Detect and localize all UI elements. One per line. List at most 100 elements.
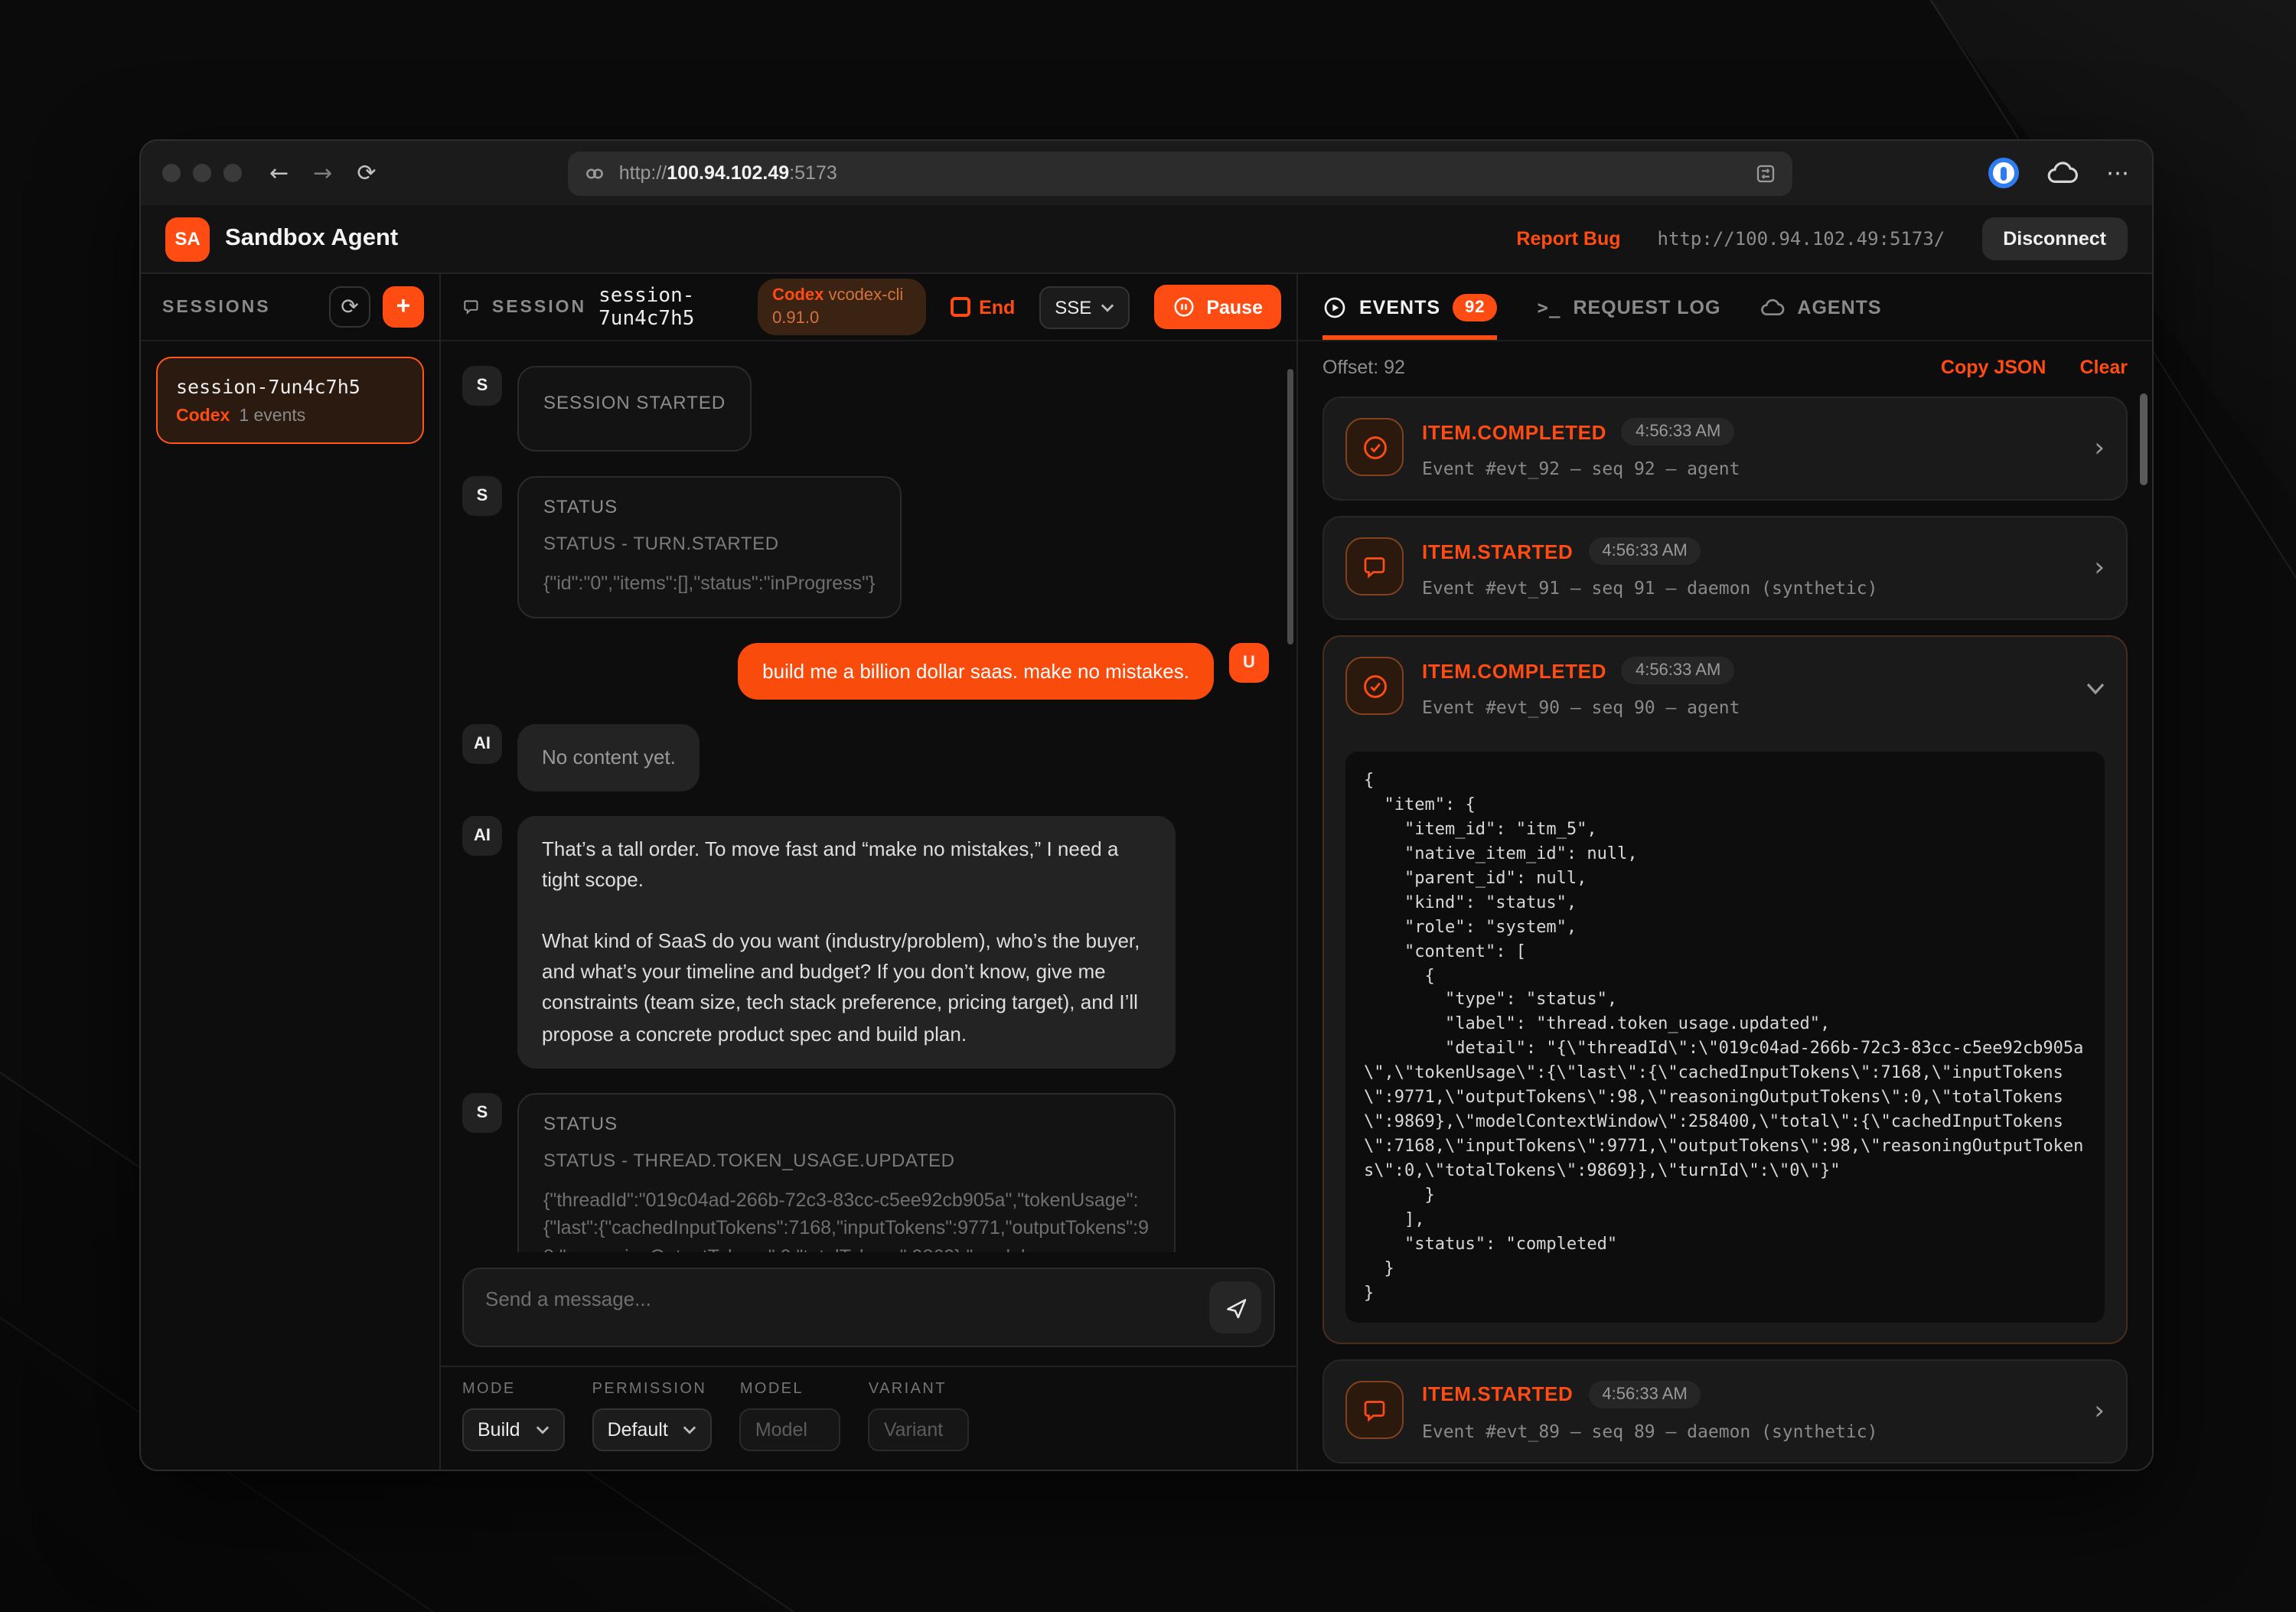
app-logo: SA	[165, 217, 210, 261]
tab-agents-label: AGENTS	[1797, 296, 1881, 318]
chevron-down-icon	[536, 1425, 550, 1434]
event-time: 4:56:33 AM	[1588, 537, 1701, 565]
mode-select[interactable]: Build	[462, 1408, 565, 1451]
forward-icon[interactable]: →	[313, 162, 332, 184]
refresh-sessions-button[interactable]: ⟳	[329, 286, 370, 328]
window-controls[interactable]	[162, 164, 242, 182]
event-subtitle: Event #evt_92 — seq 92 — agent	[1422, 458, 2066, 479]
event-card-expanded[interactable]: ITEM.COMPLETED 4:56:33 AM Event #evt_90 …	[1322, 635, 2128, 1343]
reload-icon[interactable]: ⟳	[357, 162, 376, 184]
event-subtitle: Event #evt_89 — seq 89 — daemon (synthet…	[1422, 1420, 2066, 1441]
message-title: SESSION STARTED	[543, 392, 726, 413]
events-toolbar: Offset: 92 Copy JSON Clear	[1298, 341, 2152, 387]
reader-settings-icon[interactable]	[1755, 162, 1778, 184]
chat-scrollbar-thumb[interactable]	[1287, 369, 1293, 644]
ai-paragraph: That’s a tall order. To move fast and “m…	[542, 834, 1151, 896]
user-avatar: U	[1229, 643, 1269, 683]
session-agent: Codex	[176, 407, 230, 426]
mode-label: MODE	[462, 1381, 565, 1398]
event-subtitle: Event #evt_90 — seq 90 — agent	[1422, 697, 2059, 718]
agent-version-badge: Codex vcodex-cli 0.91.0	[757, 278, 925, 335]
password-manager-icon[interactable]	[1988, 158, 2019, 188]
offset-label: Offset: 92	[1322, 357, 1907, 378]
chat-message-ai: AI No content yet.	[462, 724, 1269, 791]
events-count-badge: 92	[1453, 293, 1498, 321]
cloud-icon[interactable]	[2047, 161, 2079, 185]
chevron-down-icon[interactable]	[2086, 672, 2105, 703]
disconnect-button[interactable]: Disconnect	[1981, 217, 2128, 260]
permission-select[interactable]: Default	[592, 1408, 713, 1451]
chat-message-ai: AI That’s a tall order. To move fast and…	[462, 816, 1269, 1069]
panel-tabs: EVENTS 92 >_ REQUEST LOG AGENTS	[1298, 274, 2152, 341]
message-input[interactable]	[464, 1269, 1274, 1346]
new-session-button[interactable]: +	[383, 286, 424, 328]
message-label: STATUS	[543, 496, 875, 517]
copy-json-button[interactable]: Copy JSON	[1941, 357, 2047, 378]
session-label: SESSION	[492, 298, 586, 316]
message-label: STATUS	[543, 1112, 1150, 1134]
permission-value: Default	[608, 1419, 668, 1441]
message-code: {"id":"0","items":[],"status":"inProgres…	[543, 569, 875, 599]
plus-icon: +	[396, 293, 411, 321]
refresh-icon: ⟳	[341, 295, 358, 319]
play-circle-icon	[1322, 295, 1347, 319]
ai-avatar: AI	[462, 816, 502, 856]
system-avatar: S	[462, 476, 502, 516]
model-input[interactable]	[740, 1408, 841, 1451]
stream-mode-select[interactable]: SSE	[1039, 286, 1130, 328]
message-sublabel: STATUS - TURN.STARTED	[543, 533, 875, 554]
url-host: 100.94.102.49	[667, 162, 789, 184]
window-maximize-button[interactable]	[223, 164, 242, 182]
end-checkbox[interactable]	[950, 297, 970, 317]
session-list-item[interactable]: session-7un4c7h5 Codex1 events	[156, 357, 424, 444]
session-name: session-7un4c7h5	[176, 375, 404, 398]
url-bar[interactable]: http://100.94.102.49:5173	[569, 151, 1793, 195]
chevron-right-icon[interactable]: ›	[2094, 1395, 2105, 1426]
tab-agents[interactable]: AGENTS	[1760, 274, 1881, 340]
event-title: ITEM.COMPLETED	[1422, 659, 1606, 682]
event-card[interactable]: ITEM.STARTED 4:56:33 AM Event #evt_89 — …	[1322, 1359, 2128, 1463]
message-code: {"threadId":"019c04ad-266b-72c3-83cc-c5e…	[543, 1186, 1150, 1252]
chevron-right-icon[interactable]: ›	[2094, 553, 2105, 583]
event-card[interactable]: ITEM.STARTED 4:56:33 AM Event #evt_91 — …	[1322, 516, 2128, 620]
pause-circle-icon	[1172, 295, 1195, 318]
event-title: ITEM.STARTED	[1422, 1382, 1573, 1405]
app-title: Sandbox Agent	[225, 225, 398, 253]
chevron-right-icon[interactable]: ›	[2094, 433, 2105, 464]
variant-input[interactable]	[869, 1408, 970, 1451]
back-icon[interactable]: ←	[269, 162, 289, 184]
user-message-text: build me a billion dollar saas. make no …	[738, 643, 1214, 700]
sse-value: SSE	[1055, 296, 1091, 318]
end-label: End	[979, 296, 1015, 318]
browser-menu-icon[interactable]: ⋯	[2106, 159, 2131, 187]
clear-events-button[interactable]: Clear	[2079, 357, 2128, 378]
chat-message-system: S SESSION STARTED	[462, 366, 1269, 452]
event-subtitle: Event #evt_91 — seq 91 — daemon (synthet…	[1422, 577, 2066, 599]
system-avatar: S	[462, 366, 502, 406]
event-card[interactable]: ITEM.COMPLETED 4:56:33 AM Event #evt_92 …	[1322, 396, 2128, 501]
window-close-button[interactable]	[162, 164, 181, 182]
event-title: ITEM.COMPLETED	[1422, 420, 1606, 443]
browser-window: ← → ⟳ http://100.94.102.49:5173 ⋯ SA San…	[139, 139, 2154, 1471]
session-controls: MODE Build PERMISSION Default	[441, 1366, 1296, 1470]
window-minimize-button[interactable]	[193, 164, 211, 182]
tab-request-log-label: REQUEST LOG	[1573, 296, 1720, 318]
report-bug-link[interactable]: Report Bug	[1516, 228, 1620, 250]
send-button[interactable]	[1209, 1281, 1261, 1333]
message-composer	[441, 1252, 1296, 1366]
chat-message-list[interactable]: S SESSION STARTED S STATUS STATUS - TURN…	[441, 341, 1296, 1252]
events-scrollbar-thumb[interactable]	[2140, 393, 2148, 485]
url-scheme: http://	[619, 162, 667, 184]
end-session-toggle[interactable]: End	[950, 296, 1015, 318]
event-time: 4:56:33 AM	[1622, 418, 1734, 445]
tab-request-log[interactable]: >_ REQUEST LOG	[1538, 274, 1721, 340]
events-list[interactable]: ITEM.COMPLETED 4:56:33 AM Event #evt_92 …	[1298, 387, 2152, 1470]
events-panel: EVENTS 92 >_ REQUEST LOG AGENTS Offset: …	[1298, 274, 2152, 1470]
tab-events[interactable]: EVENTS 92	[1322, 274, 1498, 340]
session-panel: SESSION session-7un4c7h5 Codex vcodex-cl…	[441, 274, 1298, 1470]
model-label: MODEL	[740, 1381, 841, 1398]
chat-message-system: S STATUS STATUS - THREAD.TOKEN_USAGE.UPD…	[462, 1092, 1269, 1252]
url-port: :5173	[789, 162, 837, 184]
chat-message-system: S STATUS STATUS - TURN.STARTED {"id":"0"…	[462, 476, 1269, 618]
pause-button[interactable]: Pause	[1154, 285, 1281, 329]
